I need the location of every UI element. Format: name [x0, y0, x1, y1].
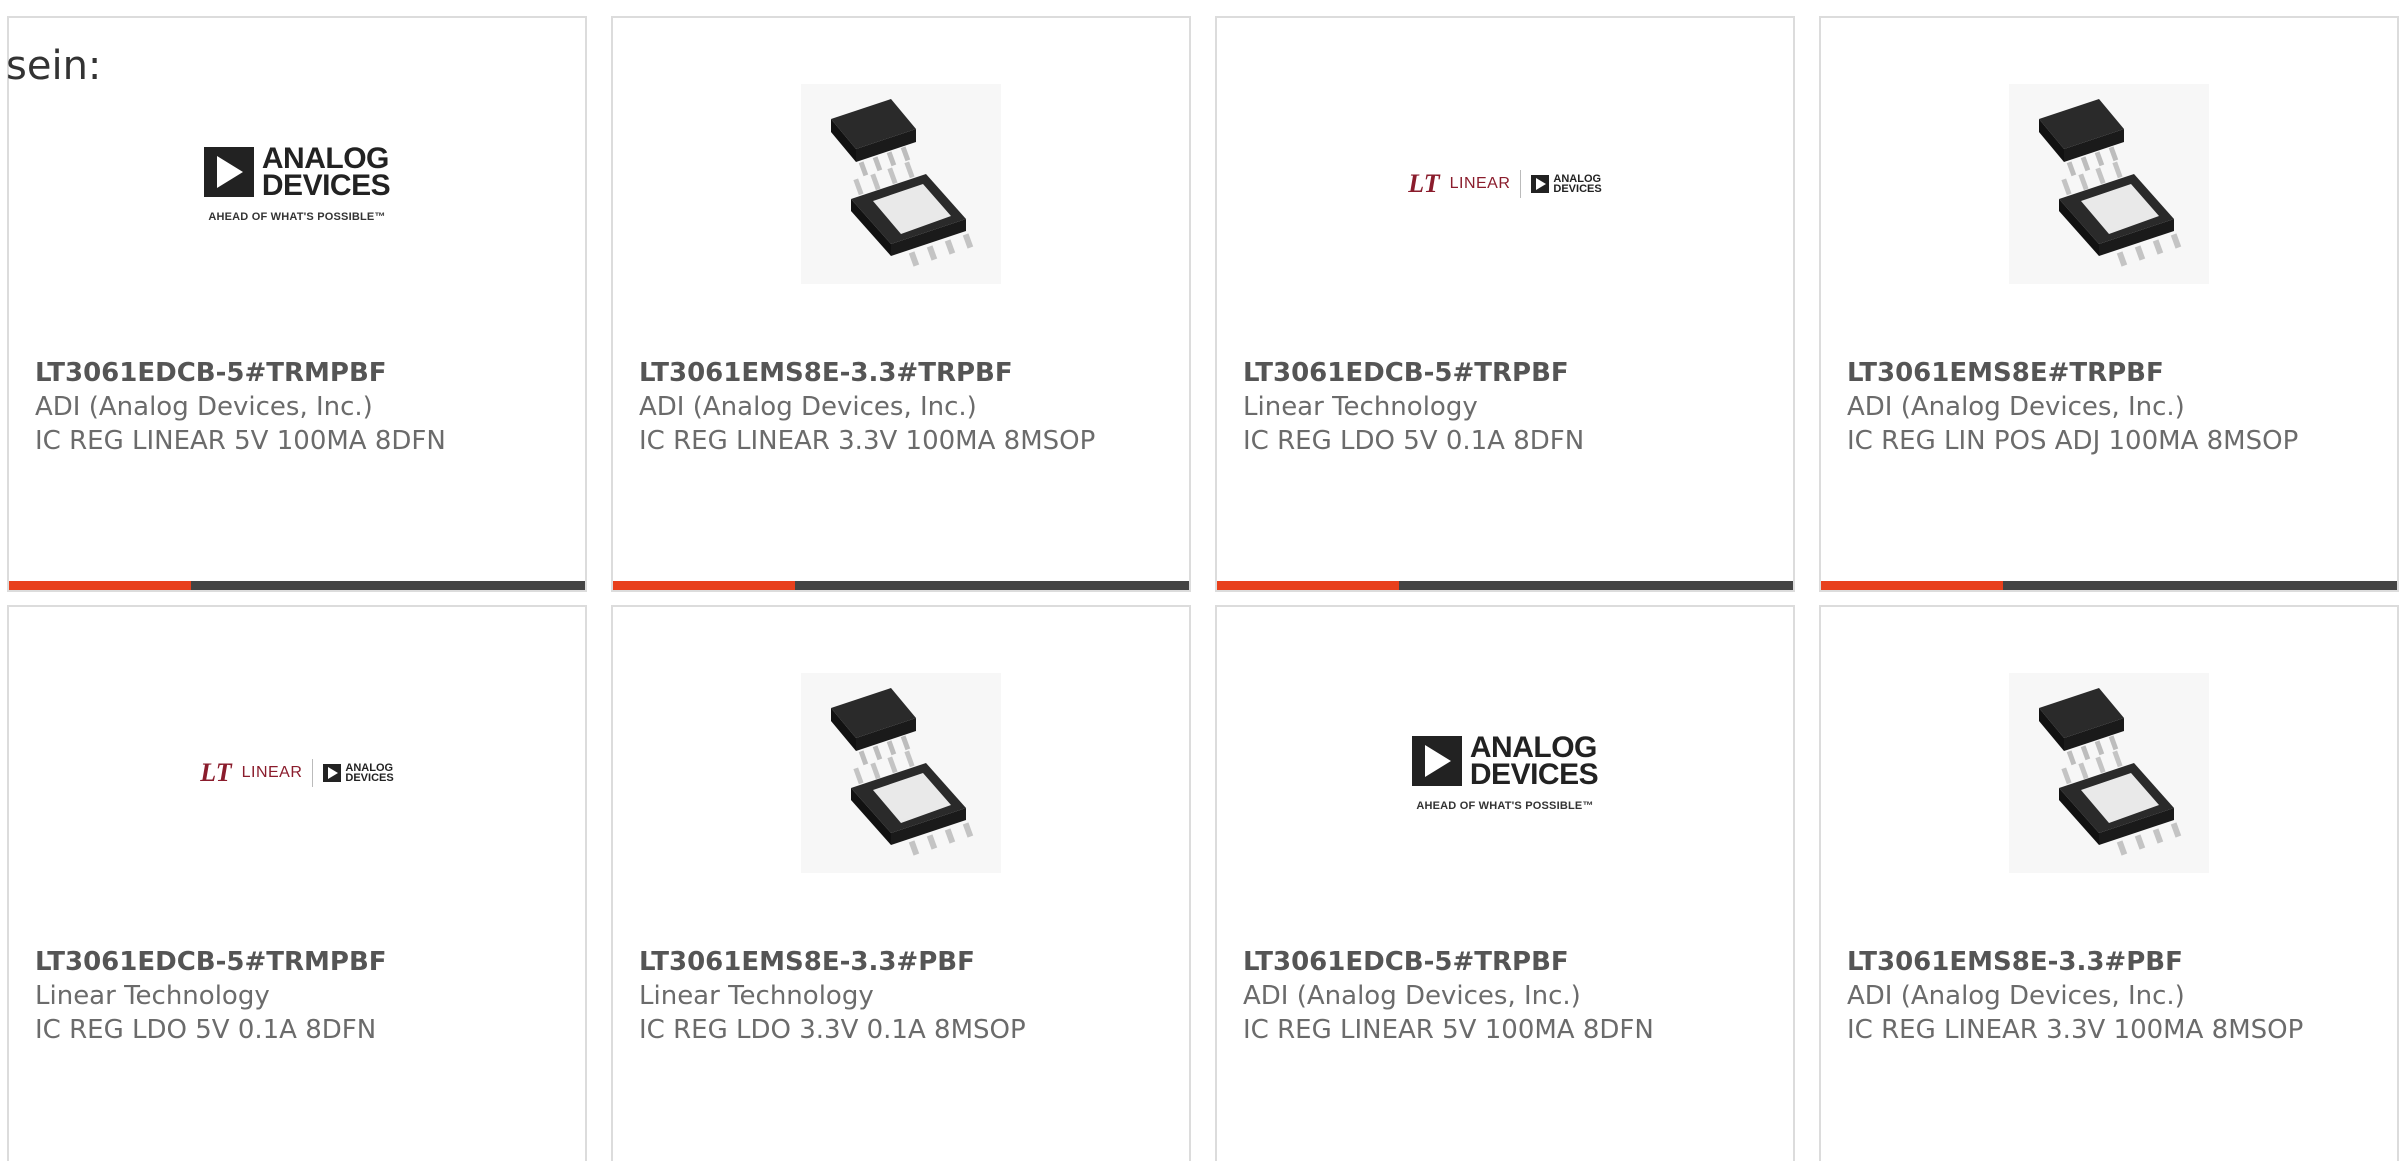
- manufacturer: Linear Technology: [1243, 392, 1478, 422]
- product-card[interactable]: LT LINEAR ANALOG DEVICES LT3061EDCB-5#TR…: [7, 605, 587, 1161]
- card-accent: [1217, 581, 1399, 590]
- manufacturer: ADI (Analog Devices, Inc.): [639, 392, 977, 422]
- logo-text: DEVICES: [261, 169, 391, 202]
- part-number[interactable]: LT3061EDCB-5#TRPBF: [1243, 356, 1767, 390]
- analog-devices-logo: ANALOG DEVICES AHEAD OF WHAT'S POSSIBLE™: [1411, 731, 1599, 812]
- msop-chip-icon: [2009, 673, 2209, 873]
- part-number[interactable]: LT3061EDCB-5#TRPBF: [1243, 945, 1767, 979]
- manufacturer: ADI (Analog Devices, Inc.): [1847, 392, 2185, 422]
- description: IC REG LINEAR 3.3V 100MA 8MSOP: [639, 426, 1096, 456]
- description: IC REG LIN POS ADJ 100MA 8MSOP: [1847, 426, 2299, 456]
- product-image[interactable]: LT LINEAR ANALOG DEVICES: [1217, 84, 1793, 284]
- logo-tagline: AHEAD OF WHAT'S POSSIBLE™: [208, 211, 386, 223]
- logo-text: ANALOG: [1469, 731, 1598, 764]
- logo-text: DEVICES: [1553, 183, 1602, 195]
- part-number[interactable]: LT3061EMS8E-3.3#TRPBF: [639, 356, 1163, 390]
- linear-technology-logo: LT LINEAR ANALOG DEVICES: [200, 758, 394, 788]
- card-bottom-bar: [1217, 581, 1793, 590]
- analog-devices-logo: ANALOG DEVICES AHEAD OF WHAT'S POSSIBLE™: [203, 142, 391, 223]
- card-accent: [613, 581, 795, 590]
- intro-text: sein:: [6, 43, 102, 89]
- lt-mark: LT: [1408, 169, 1440, 198]
- product-card[interactable]: LT3061EMS8E#TRPBF ADI (Analog Devices, I…: [1819, 16, 2399, 592]
- product-image[interactable]: LT LINEAR ANALOG DEVICES: [9, 673, 585, 873]
- logo-tagline: AHEAD OF WHAT'S POSSIBLE™: [1416, 800, 1594, 812]
- description: IC REG LDO 3.3V 0.1A 8MSOP: [639, 1015, 1026, 1045]
- manufacturer: ADI (Analog Devices, Inc.): [35, 392, 373, 422]
- logo-text: DEVICES: [1469, 758, 1599, 791]
- part-number[interactable]: LT3061EMS8E-3.3#PBF: [639, 945, 1163, 979]
- description: IC REG LDO 5V 0.1A 8DFN: [35, 1015, 377, 1045]
- description: IC REG LINEAR 3.3V 100MA 8MSOP: [1847, 1015, 2304, 1045]
- msop-chip-icon: [801, 84, 1001, 284]
- part-number[interactable]: LT3061EDCB-5#TRMPBF: [35, 356, 559, 390]
- logo-text: LINEAR: [1449, 175, 1511, 192]
- card-bottom-bar: [613, 581, 1189, 590]
- product-image[interactable]: [1821, 84, 2397, 284]
- manufacturer: ADI (Analog Devices, Inc.): [1847, 981, 2185, 1011]
- logo-divider: [312, 759, 314, 787]
- product-image[interactable]: [613, 673, 1189, 873]
- product-card[interactable]: ANALOG DEVICES AHEAD OF WHAT'S POSSIBLE™…: [1215, 605, 1795, 1161]
- manufacturer: Linear Technology: [639, 981, 874, 1011]
- product-image[interactable]: ANALOG DEVICES AHEAD OF WHAT'S POSSIBLE™: [1217, 673, 1793, 873]
- part-number[interactable]: LT3061EMS8E-3.3#PBF: [1847, 945, 2371, 979]
- product-grid: ANALOG DEVICES AHEAD OF WHAT'S POSSIBLE™…: [0, 0, 2400, 1161]
- adi-triangle-icon: [323, 764, 342, 782]
- adi-triangle-icon: [203, 147, 254, 197]
- product-card[interactable]: LT3061EMS8E-3.3#PBF ADI (Analog Devices,…: [1819, 605, 2399, 1161]
- linear-technology-logo: LT LINEAR ANALOG DEVICES: [1408, 169, 1602, 199]
- logo-text: ANALOG: [261, 142, 390, 175]
- product-card[interactable]: LT3061EMS8E-3.3#TRPBF ADI (Analog Device…: [611, 16, 1191, 592]
- manufacturer: Linear Technology: [35, 981, 270, 1011]
- lt-mark: LT: [200, 758, 232, 787]
- card-accent: [1821, 581, 2003, 590]
- msop-chip-icon: [2009, 84, 2209, 284]
- part-number[interactable]: LT3061EMS8E#TRPBF: [1847, 356, 2371, 390]
- product-card[interactable]: LT LINEAR ANALOG DEVICES LT3061EDCB-5#TR…: [1215, 16, 1795, 592]
- description: IC REG LINEAR 5V 100MA 8DFN: [35, 426, 446, 456]
- adi-triangle-icon: [1531, 175, 1550, 193]
- card-bottom-bar: [9, 581, 585, 590]
- product-image[interactable]: [1821, 673, 2397, 873]
- adi-triangle-icon: [1411, 736, 1462, 786]
- card-accent: [9, 581, 191, 590]
- product-card[interactable]: LT3061EMS8E-3.3#PBF Linear Technology IC…: [611, 605, 1191, 1161]
- logo-text: DEVICES: [345, 772, 394, 784]
- product-image[interactable]: ANALOG DEVICES AHEAD OF WHAT'S POSSIBLE™: [9, 84, 585, 284]
- part-number[interactable]: LT3061EDCB-5#TRMPBF: [35, 945, 559, 979]
- description: IC REG LDO 5V 0.1A 8DFN: [1243, 426, 1585, 456]
- description: IC REG LINEAR 5V 100MA 8DFN: [1243, 1015, 1654, 1045]
- manufacturer: ADI (Analog Devices, Inc.): [1243, 981, 1581, 1011]
- product-image[interactable]: [613, 84, 1189, 284]
- product-card[interactable]: ANALOG DEVICES AHEAD OF WHAT'S POSSIBLE™…: [7, 16, 587, 592]
- msop-chip-icon: [801, 673, 1001, 873]
- logo-text: LINEAR: [241, 764, 303, 781]
- logo-divider: [1520, 170, 1522, 198]
- card-bottom-bar: [1821, 581, 2397, 590]
